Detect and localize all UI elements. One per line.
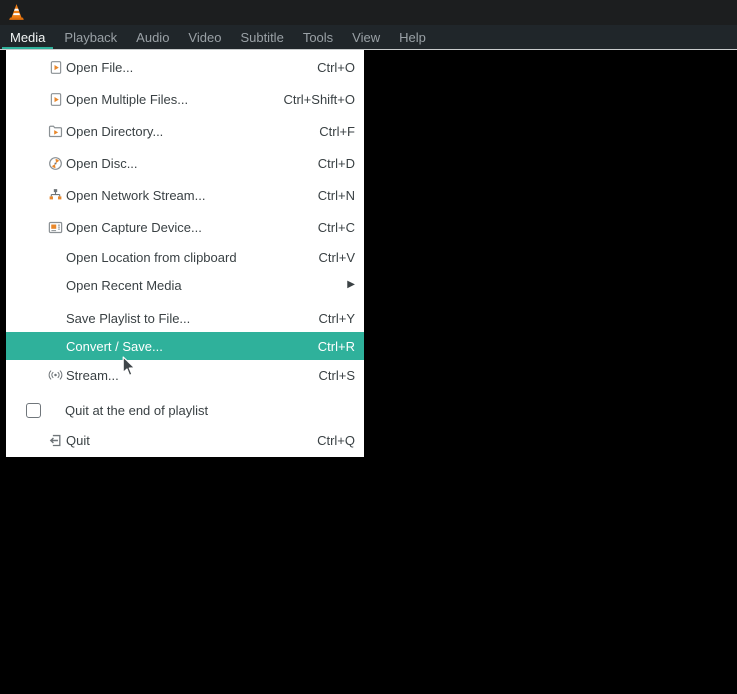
menu-item-open-network-stream[interactable]: Open Network Stream... Ctrl+N	[6, 179, 364, 211]
menu-item-shortcut: Ctrl+N	[318, 188, 355, 203]
menu-item-shortcut: Ctrl+R	[318, 339, 355, 354]
menu-item-label: Quit	[66, 433, 90, 448]
menu-item-save-playlist-to-file[interactable]: Save Playlist to File... Ctrl+Y	[6, 304, 364, 332]
menu-item-label: Open Directory...	[66, 124, 163, 139]
menu-item-label: Open Network Stream...	[66, 188, 205, 203]
menu-item-label: Stream...	[66, 368, 119, 383]
file-play-icon	[48, 60, 63, 75]
menu-item-shortcut: Ctrl+V	[319, 250, 355, 265]
menu-item-shortcut: Ctrl+Shift+O	[283, 92, 355, 107]
menu-item-open-disc[interactable]: Open Disc... Ctrl+D	[6, 147, 364, 179]
vlc-cone-icon	[7, 3, 26, 22]
stream-icon	[48, 368, 63, 383]
menu-item-open-file[interactable]: Open File... Ctrl+O	[6, 51, 364, 83]
titlebar	[0, 0, 737, 25]
menu-item-label: Open Disc...	[66, 156, 138, 171]
menu-item-shortcut: Ctrl+Q	[317, 433, 355, 448]
menu-item-quit-at-the-end-of-playlist[interactable]: Quit at the end of playlist	[6, 395, 364, 425]
capture-device-icon	[48, 220, 63, 235]
file-play-icon	[48, 92, 63, 107]
menu-item-label: Open Location from clipboard	[66, 250, 237, 265]
menu-item-stream[interactable]: Stream... Ctrl+S	[6, 360, 364, 390]
menu-item-label: Convert / Save...	[66, 339, 163, 354]
menu-item-convert-save[interactable]: Convert / Save... Ctrl+R	[6, 332, 364, 360]
menubar-item-subtitle[interactable]: Subtitle	[232, 25, 291, 49]
folder-play-icon	[48, 124, 63, 139]
menu-item-label: Open Capture Device...	[66, 220, 202, 235]
menu-item-shortcut: Ctrl+Y	[319, 311, 355, 326]
menubar-item-help[interactable]: Help	[391, 25, 434, 49]
menu-item-open-capture-device[interactable]: Open Capture Device... Ctrl+C	[6, 211, 364, 243]
menubar-item-audio[interactable]: Audio	[128, 25, 177, 49]
menu-item-shortcut: Ctrl+F	[319, 124, 355, 139]
menu-item-label: Quit at the end of playlist	[65, 403, 208, 418]
icon-placeholder	[48, 339, 63, 354]
menu-item-quit[interactable]: Quit Ctrl+Q	[6, 425, 364, 455]
disc-icon	[48, 156, 63, 171]
menu-item-shortcut: Ctrl+S	[319, 368, 355, 383]
menu-item-open-directory[interactable]: Open Directory... Ctrl+F	[6, 115, 364, 147]
icon-placeholder	[48, 311, 63, 326]
menubar-item-view[interactable]: View	[344, 25, 388, 49]
checkbox-quit-at-the-end-of-playlist[interactable]	[26, 403, 41, 418]
menu-item-label: Save Playlist to File...	[66, 311, 190, 326]
network-icon	[48, 188, 63, 203]
media-menu: Open File... Ctrl+O Open Multiple Files...…	[6, 50, 364, 457]
menu-item-label: Open Multiple Files...	[66, 92, 188, 107]
menubar-item-video[interactable]: Video	[180, 25, 229, 49]
menubar-item-media[interactable]: Media	[2, 25, 53, 49]
menubar-item-playback[interactable]: Playback	[56, 25, 125, 49]
menu-item-label: Open File...	[66, 60, 133, 75]
icon-placeholder	[48, 278, 63, 293]
menubar: MediaPlaybackAudioVideoSubtitleToolsView…	[0, 25, 737, 49]
icon-placeholder	[48, 250, 63, 265]
menu-item-shortcut: Ctrl+O	[317, 60, 355, 75]
menu-item-open-location-from-clipboard[interactable]: Open Location from clipboard Ctrl+V	[6, 243, 364, 271]
quit-icon	[48, 433, 63, 448]
menu-item-shortcut: Ctrl+C	[318, 220, 355, 235]
menu-item-open-recent-media[interactable]: Open Recent Media ▶	[6, 271, 364, 299]
menu-item-label: Open Recent Media	[66, 278, 182, 293]
menu-item-shortcut: Ctrl+D	[318, 156, 355, 171]
submenu-arrow-icon: ▶	[347, 280, 355, 290]
menu-item-open-multiple-files[interactable]: Open Multiple Files... Ctrl+Shift+O	[6, 83, 364, 115]
menubar-item-tools[interactable]: Tools	[295, 25, 341, 49]
